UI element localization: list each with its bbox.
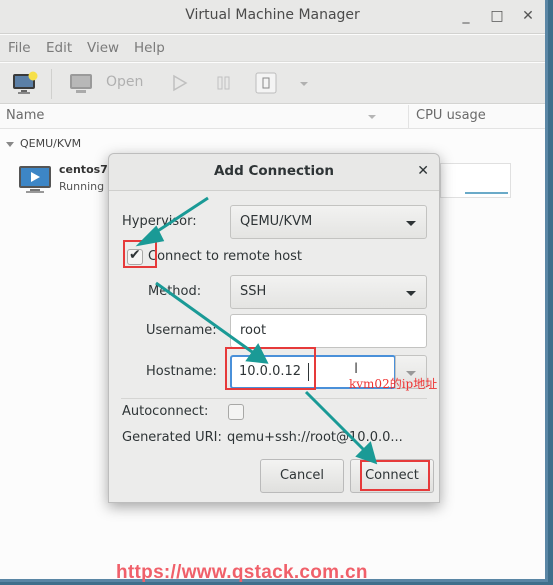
cpu-usage-line bbox=[465, 192, 508, 194]
menu-file[interactable]: File bbox=[8, 40, 31, 56]
dropdown-arrow-icon bbox=[406, 221, 416, 226]
add-connection-dialog: Add Connection ✕ Hypervisor: QEMU/KVM ✔ … bbox=[108, 153, 440, 503]
highlight-hostname bbox=[225, 347, 316, 390]
pause-button[interactable] bbox=[214, 71, 234, 95]
close-button[interactable]: ✕ bbox=[518, 6, 538, 26]
monitor-star-icon bbox=[13, 71, 38, 94]
menu-edit[interactable]: Edit bbox=[46, 40, 72, 56]
new-vm-button[interactable] bbox=[12, 71, 38, 95]
expander-icon bbox=[6, 141, 14, 147]
hypervisor-value: QEMU/KVM bbox=[240, 214, 313, 229]
pause-icon bbox=[217, 76, 230, 90]
maximize-button[interactable]: □ bbox=[487, 6, 507, 26]
chevron-down-icon bbox=[300, 82, 308, 86]
menu-view[interactable]: View bbox=[87, 40, 119, 56]
open-label: Open bbox=[106, 74, 144, 90]
hypervisor-label: Hypervisor: bbox=[122, 214, 197, 229]
hostname-label: Hostname: bbox=[146, 364, 217, 379]
cpu-usage-graph bbox=[440, 163, 511, 198]
generated-uri-value: qemu+ssh://root@10.0.0... bbox=[227, 430, 403, 445]
title-bar: Virtual Machine Manager _ □ ✕ bbox=[0, 0, 545, 34]
generated-uri-label: Generated URI: bbox=[122, 430, 222, 445]
vmm-window: Virtual Machine Manager _ □ ✕ File Edit … bbox=[0, 0, 548, 583]
hypervisor-select[interactable]: QEMU/KVM bbox=[230, 205, 427, 239]
shutdown-menu-button[interactable] bbox=[298, 71, 312, 95]
connection-group[interactable]: QEMU/KVM bbox=[6, 137, 81, 150]
minimize-button[interactable]: _ bbox=[456, 6, 476, 26]
group-label: QEMU/KVM bbox=[20, 137, 82, 150]
watermark: https://www.qstack.com.cn bbox=[116, 562, 368, 583]
shutdown-button[interactable] bbox=[255, 71, 277, 95]
monitor-icon bbox=[70, 74, 92, 93]
play-icon bbox=[173, 74, 188, 92]
menu-help[interactable]: Help bbox=[134, 40, 165, 56]
autoconnect-checkbox[interactable] bbox=[228, 404, 244, 420]
vm-name: centos7 bbox=[59, 163, 108, 176]
column-cpu-usage[interactable]: CPU usage bbox=[416, 108, 486, 123]
dialog-title-bar: Add Connection ✕ bbox=[109, 154, 439, 191]
toolbar: Open bbox=[0, 63, 545, 104]
vm-running-icon bbox=[19, 166, 51, 193]
remote-host-label[interactable]: Connect to remote host bbox=[148, 249, 302, 264]
highlight-connect bbox=[360, 460, 430, 491]
run-button[interactable] bbox=[170, 71, 190, 95]
username-value: root bbox=[240, 323, 267, 338]
sort-arrow-icon bbox=[368, 115, 376, 119]
column-separator bbox=[408, 105, 409, 129]
dialog-separator bbox=[121, 398, 427, 399]
cancel-button[interactable]: Cancel bbox=[260, 459, 344, 493]
highlight-checkbox bbox=[123, 240, 157, 268]
vm-status: Running bbox=[59, 180, 105, 193]
username-label: Username: bbox=[146, 323, 217, 338]
method-value: SSH bbox=[240, 284, 267, 299]
column-name[interactable]: Name bbox=[6, 108, 44, 123]
dropdown-arrow-icon bbox=[406, 291, 416, 296]
method-label: Method: bbox=[148, 284, 202, 299]
open-button[interactable]: Open bbox=[68, 71, 150, 95]
autoconnect-label: Autoconnect: bbox=[122, 404, 209, 419]
dialog-close-button[interactable]: ✕ bbox=[417, 163, 429, 179]
method-select[interactable]: SSH bbox=[230, 275, 427, 309]
power-icon bbox=[255, 72, 277, 94]
menu-bar: File Edit View Help bbox=[0, 35, 545, 62]
username-input[interactable]: root bbox=[230, 314, 427, 348]
dialog-title: Add Connection bbox=[213, 163, 334, 179]
list-header: Name CPU usage bbox=[0, 105, 545, 129]
hostname-annotation: kvm02的ip地址 bbox=[349, 377, 438, 391]
toolbar-separator bbox=[51, 69, 52, 99]
